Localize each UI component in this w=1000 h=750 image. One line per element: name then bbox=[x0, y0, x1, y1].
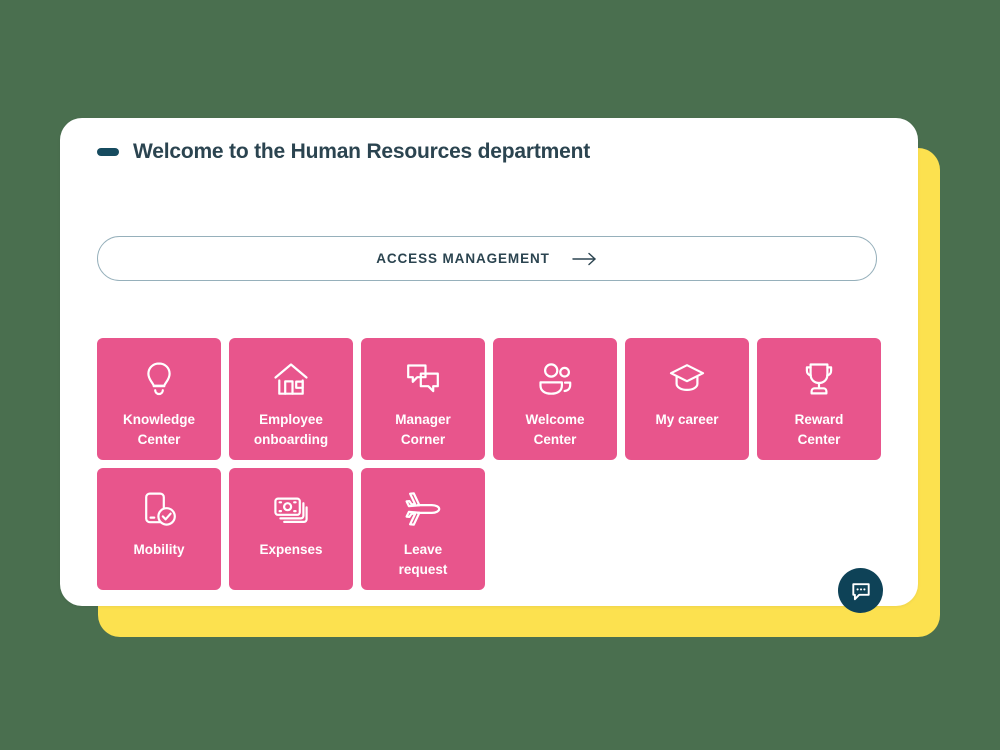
tile-mobility[interactable]: Mobility bbox=[97, 468, 221, 590]
house-icon bbox=[271, 359, 311, 399]
tile-label: Reward Center bbox=[763, 410, 875, 449]
banknotes-icon bbox=[271, 489, 311, 529]
users-icon bbox=[535, 359, 575, 399]
service-tile-grid: Knowledge Center Employee onboarding Man… bbox=[97, 338, 887, 590]
phone-check-icon bbox=[139, 489, 179, 529]
tile-reward-center[interactable]: Reward Center bbox=[757, 338, 881, 460]
tile-label: My career bbox=[631, 410, 743, 430]
tile-label: Leave request bbox=[367, 540, 479, 579]
page-root: Welcome to the Human Resources departmen… bbox=[0, 0, 1000, 750]
tile-label: Expenses bbox=[235, 540, 347, 560]
page-title: Welcome to the Human Resources departmen… bbox=[133, 140, 590, 164]
tile-label: Mobility bbox=[103, 540, 215, 560]
lightbulb-icon bbox=[139, 359, 179, 399]
tile-welcome-center[interactable]: Welcome Center bbox=[493, 338, 617, 460]
trophy-icon bbox=[799, 359, 839, 399]
tile-leave-request[interactable]: Leave request bbox=[361, 468, 485, 590]
card-header: Welcome to the Human Resources departmen… bbox=[97, 140, 590, 164]
tile-expenses[interactable]: Expenses bbox=[229, 468, 353, 590]
tile-manager-corner[interactable]: Manager Corner bbox=[361, 338, 485, 460]
tile-label: Employee onboarding bbox=[235, 410, 347, 449]
tile-label: Knowledge Center bbox=[103, 410, 215, 449]
tile-my-career[interactable]: My career bbox=[625, 338, 749, 460]
tile-label: Welcome Center bbox=[499, 410, 611, 449]
access-management-label: ACCESS MANAGEMENT bbox=[376, 251, 550, 266]
dash-icon bbox=[97, 148, 119, 156]
tile-knowledge-center[interactable]: Knowledge Center bbox=[97, 338, 221, 460]
chat-bubble-dots-icon bbox=[849, 579, 873, 603]
arrow-right-icon bbox=[572, 252, 598, 266]
chat-bubbles-icon bbox=[403, 359, 443, 399]
airplane-icon bbox=[403, 489, 443, 529]
chat-support-button[interactable] bbox=[838, 568, 883, 613]
access-management-button[interactable]: ACCESS MANAGEMENT bbox=[97, 236, 877, 281]
graduation-cap-icon bbox=[667, 359, 707, 399]
tile-employee-onboarding[interactable]: Employee onboarding bbox=[229, 338, 353, 460]
tile-label: Manager Corner bbox=[367, 410, 479, 449]
